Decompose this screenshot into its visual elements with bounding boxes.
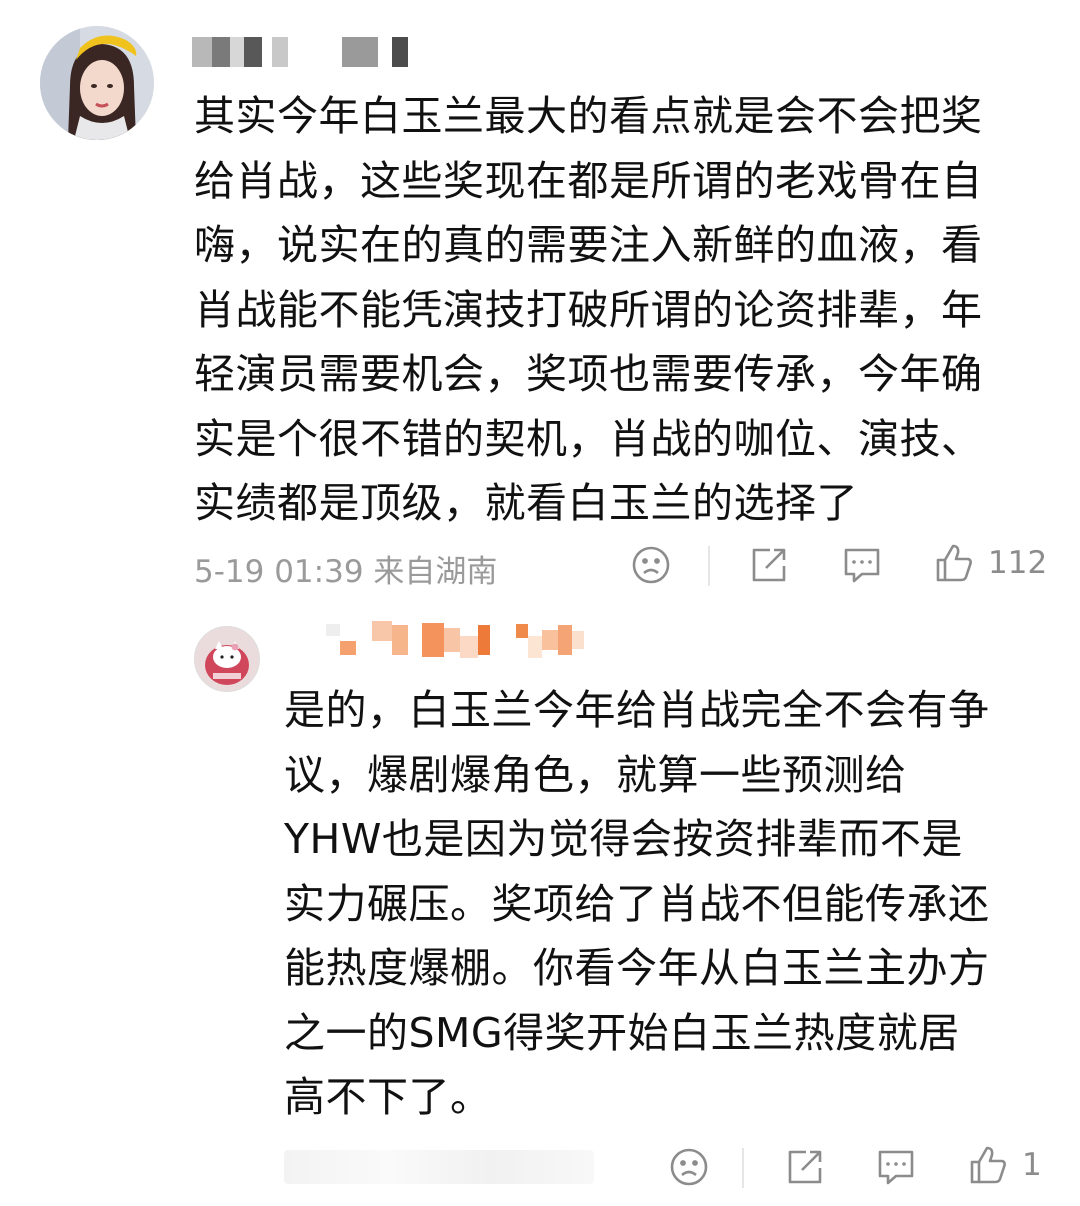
frown-face-icon[interactable] xyxy=(668,1146,710,1188)
comment-bubble-icon[interactable] xyxy=(840,544,884,586)
like-count: 1 xyxy=(1022,1147,1042,1183)
action-divider xyxy=(708,546,710,586)
like-count: 112 xyxy=(988,545,1048,581)
reply-username-pixelated[interactable] xyxy=(326,621,584,658)
user-avatar-2[interactable] xyxy=(194,626,260,692)
reply-text: 是的，白玉兰今年给肖战完全不会有争 议，爆剧爆角色，就算一些预测给 YHW也是因… xyxy=(284,686,990,1121)
action-divider xyxy=(742,1148,744,1188)
reply-meta-blurred xyxy=(284,1150,594,1184)
comment-actions: 112 xyxy=(630,538,1050,594)
comment-bubble-icon[interactable] xyxy=(874,1146,918,1188)
reply-actions: 1 xyxy=(662,1140,1052,1196)
user-avatar-1[interactable] xyxy=(40,26,154,140)
thumbs-up-icon xyxy=(968,1144,1008,1186)
username-pixelated[interactable] xyxy=(192,36,408,68)
comment-text: 其实今年白玉兰最大的看点就是会不会把奖 给肖战，这些奖现在都是所谓的老戏骨在自 … xyxy=(194,92,983,527)
frown-face-icon[interactable] xyxy=(630,544,672,586)
like-button[interactable]: 1 xyxy=(968,1144,1042,1186)
thumbs-up-icon xyxy=(934,542,974,584)
comment-meta: 5-19 01:39 来自湖南 xyxy=(194,554,498,590)
share-icon[interactable] xyxy=(784,1146,826,1188)
share-icon[interactable] xyxy=(748,544,790,586)
like-button[interactable]: 112 xyxy=(934,542,1047,584)
